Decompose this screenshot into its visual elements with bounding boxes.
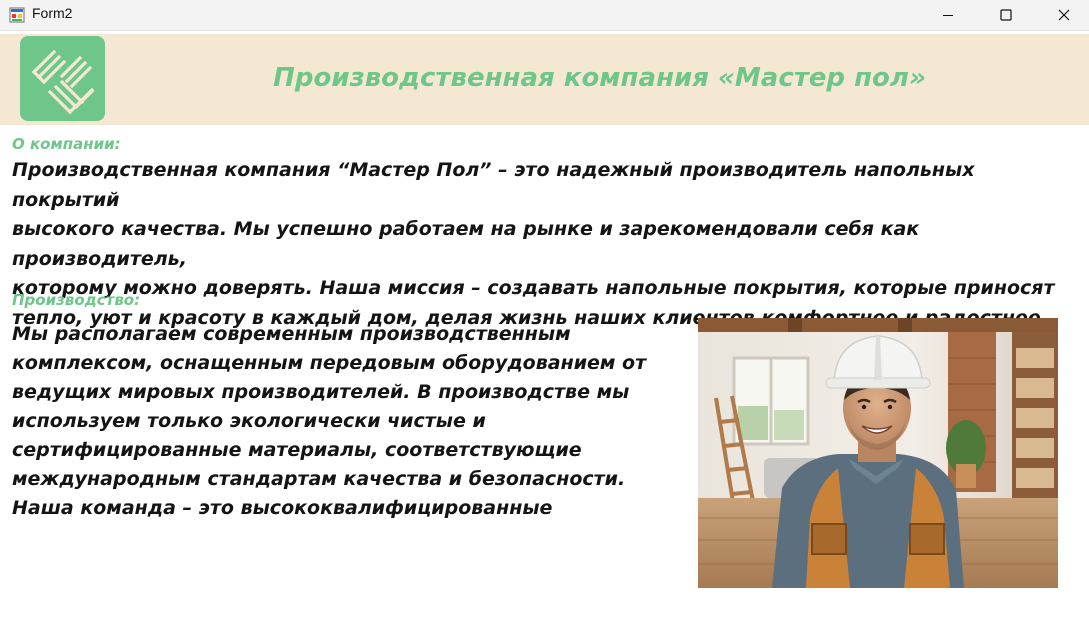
- production-text: Мы располагаем современным производствен…: [12, 320, 662, 523]
- production-line: ведущих мировых производителей. В произв…: [12, 381, 630, 403]
- company-logo: [20, 36, 105, 121]
- maximize-icon: [1000, 9, 1012, 21]
- window-title: Form2: [32, 5, 73, 21]
- company-title: Производственная компания «Мастер пол»: [273, 63, 926, 93]
- maximize-button[interactable]: [977, 0, 1035, 30]
- production-line: международным стандартам качества и безо…: [12, 468, 626, 490]
- close-button[interactable]: [1035, 0, 1089, 30]
- production-line: комплексом, оснащенным передовым оборудо…: [12, 352, 647, 374]
- production-line: Мы располагаем современным производствен…: [12, 323, 571, 345]
- minimize-button[interactable]: [919, 0, 977, 30]
- production-label: Производство:: [12, 291, 141, 309]
- production-line: Наша команда – это высококвалифицированн…: [12, 497, 553, 519]
- minimize-icon: [943, 15, 953, 16]
- about-label: О компании:: [12, 135, 121, 153]
- production-line: используем только экологически чистые и: [12, 410, 486, 432]
- close-icon: [1058, 9, 1070, 21]
- header-banner: Производственная компания «Мастер пол»: [0, 34, 1089, 125]
- about-line: высокого качества. Мы успешно работаем н…: [12, 218, 920, 270]
- about-line: Производственная компания “Мастер Пол” –…: [12, 159, 975, 211]
- about-line: которому можно доверять. Наша миссия – с…: [12, 277, 1055, 299]
- worker-photo: [698, 318, 1058, 588]
- app-icon: [9, 7, 25, 23]
- about-text: Производственная компания “Мастер Пол” –…: [12, 156, 1072, 333]
- production-line: сертифицированные материалы, соответству…: [12, 439, 582, 461]
- window-titlebar[interactable]: Form2: [0, 0, 1089, 31]
